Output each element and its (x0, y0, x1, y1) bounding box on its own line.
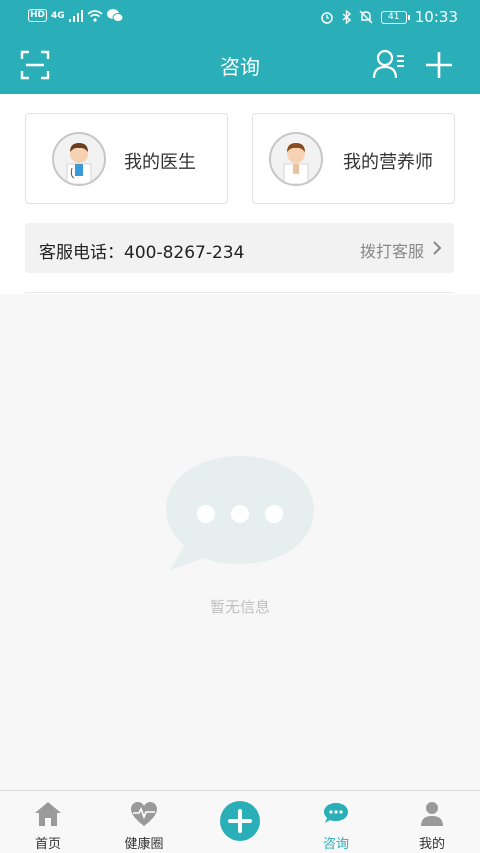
tab-mine-label: 我的 (418, 837, 445, 852)
my-nutritionist-card[interactable]: 我的营养师 (252, 113, 455, 204)
chevron-right-icon (433, 241, 442, 255)
my-doctor-label: 我的医生 (124, 152, 196, 173)
tab-consult[interactable]: 咨询 (288, 791, 384, 853)
add-icon[interactable] (424, 50, 454, 80)
my-nutritionist-label: 我的营养师 (343, 152, 433, 173)
tab-home-label: 首页 (34, 837, 61, 852)
plus-icon (228, 809, 252, 833)
tab-health-circle[interactable]: 健康圈 (96, 791, 192, 853)
empty-message: 暂无信息 (209, 598, 270, 616)
tab-health-circle-label: 健康圈 (124, 837, 164, 852)
alarm-icon (321, 12, 333, 24)
page-title: 咨询 (220, 55, 260, 79)
status-bar: HD 4G 41 10:33 (0, 0, 480, 34)
nutritionist-icon (283, 143, 309, 184)
app-header: 咨询 (0, 34, 480, 94)
status-right: 41 10:33 (320, 8, 458, 26)
battery-icon: 41 (380, 10, 410, 24)
tab-mine[interactable]: 我的 (384, 791, 480, 853)
person-icon (421, 802, 443, 826)
signal-icon (68, 9, 83, 22)
center-add-button[interactable] (220, 801, 260, 841)
chat-bubbles-icon (324, 803, 348, 823)
hd-badge: HD (28, 9, 48, 22)
customer-service-row[interactable]: 客服电话：400-8267-234 拨打客服 (25, 223, 454, 273)
call-service-link[interactable]: 拨打客服 (360, 238, 424, 262)
contacts-icon[interactable] (372, 48, 406, 80)
mute-icon (359, 10, 373, 24)
service-phone-label: 客服电话：400-8267-234 (39, 243, 245, 263)
empty-chat-icon (166, 456, 314, 570)
my-doctor-card[interactable]: 我的医生 (25, 113, 228, 204)
home-icon (35, 802, 61, 826)
doctor-avatar (52, 132, 106, 186)
wechat-icon (106, 9, 123, 22)
wifi-icon (87, 9, 103, 22)
network-label: 4G (51, 10, 65, 21)
clock: 10:33 (414, 8, 458, 26)
nutritionist-avatar (269, 132, 323, 186)
status-left: HD 4G (28, 9, 123, 22)
doctor-icon (66, 143, 92, 184)
divider (25, 292, 454, 293)
tab-home[interactable]: 首页 (0, 791, 96, 853)
tab-consult-label: 咨询 (322, 837, 349, 852)
heart-pulse-icon (131, 802, 157, 826)
bluetooth-icon (342, 10, 351, 24)
